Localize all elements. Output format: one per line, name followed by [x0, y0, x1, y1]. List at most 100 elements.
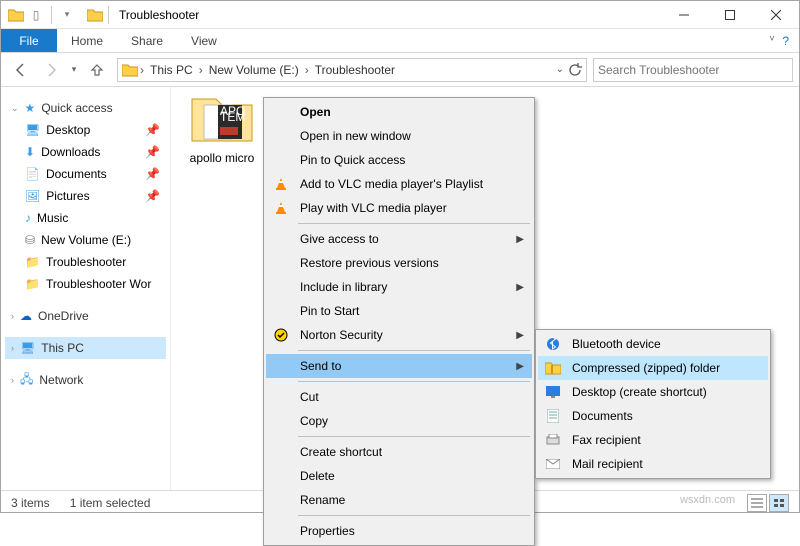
folder-label: apollo micro: [179, 151, 265, 165]
minimize-button[interactable]: [661, 1, 707, 29]
svg-text:TEM: TEM: [220, 110, 245, 124]
maximize-button[interactable]: [707, 1, 753, 29]
sendto-bluetooth[interactable]: Bluetooth device: [538, 332, 768, 356]
search-input[interactable]: [598, 63, 788, 77]
vlc-icon: [272, 199, 290, 217]
ctx-vlc-add[interactable]: Add to VLC media player's Playlist: [266, 172, 532, 196]
breadcrumb[interactable]: Troubleshooter: [311, 63, 399, 77]
sidebar-item-pictures[interactable]: 🖼Pictures📌: [5, 185, 166, 207]
ctx-copy[interactable]: Copy: [266, 409, 532, 433]
network-icon: 🖧: [20, 370, 33, 391]
tab-share[interactable]: Share: [117, 29, 177, 52]
chevron-right-icon: ›: [11, 375, 14, 385]
recent-locations-button[interactable]: ▾: [67, 57, 81, 83]
ribbon-expand-icon[interactable]: ⱽ: [770, 34, 775, 47]
pin-icon: 📌: [145, 145, 166, 159]
file-tab[interactable]: File: [1, 29, 57, 52]
desktop-icon: [544, 383, 562, 401]
ctx-rename[interactable]: Rename: [266, 488, 532, 512]
cloud-icon: ☁: [20, 309, 32, 323]
sidebar-item-downloads[interactable]: ⬇Downloads📌: [5, 141, 166, 163]
pin-icon: 📌: [145, 123, 166, 137]
ctx-properties[interactable]: Properties: [266, 519, 532, 543]
sidebar-item-music[interactable]: ♪Music: [5, 207, 166, 229]
sendto-compressed[interactable]: Compressed (zipped) folder: [538, 356, 768, 380]
back-button[interactable]: [7, 57, 35, 83]
ctx-delete[interactable]: Delete: [266, 464, 532, 488]
ctx-pin-qa[interactable]: Pin to Quick access: [266, 148, 532, 172]
ctx-pin-start[interactable]: Pin to Start: [266, 299, 532, 323]
ctx-shortcut[interactable]: Create shortcut: [266, 440, 532, 464]
sendto-documents[interactable]: Documents: [538, 404, 768, 428]
ctx-give-access[interactable]: Give access to▶: [266, 227, 532, 251]
chevron-right-icon[interactable]: ›: [197, 63, 205, 77]
chevron-right-icon: ▶: [516, 330, 524, 341]
up-button[interactable]: [83, 57, 111, 83]
breadcrumb[interactable]: New Volume (E:): [205, 63, 303, 77]
folder-icon: 📁: [25, 277, 40, 291]
properties-icon[interactable]: ▯: [27, 6, 45, 24]
help-icon[interactable]: ?: [782, 34, 789, 48]
star-icon: ★: [25, 101, 36, 115]
tab-view[interactable]: View: [177, 29, 231, 52]
forward-button[interactable]: [37, 57, 65, 83]
address-dropdown-icon[interactable]: ⌄: [556, 64, 564, 75]
context-menu: Open Open in new window Pin to Quick acc…: [263, 97, 535, 546]
ctx-restore[interactable]: Restore previous versions: [266, 251, 532, 275]
ctx-norton[interactable]: Norton Security▶: [266, 323, 532, 347]
chevron-right-icon[interactable]: ›: [303, 63, 311, 77]
ctx-open-new[interactable]: Open in new window: [266, 124, 532, 148]
chevron-right-icon[interactable]: ›: [138, 63, 146, 77]
search-box[interactable]: [593, 58, 793, 82]
folder-icon: [7, 6, 25, 24]
window-title: Troubleshooter: [119, 8, 199, 22]
breadcrumb[interactable]: This PC: [146, 63, 197, 77]
address-bar[interactable]: › This PC › New Volume (E:) › Troublesho…: [117, 58, 587, 82]
music-icon: ♪: [25, 211, 31, 225]
desktop-icon: 🖥: [25, 123, 40, 137]
onedrive-group[interactable]: ›☁OneDrive: [5, 305, 166, 327]
title-bar: ▯ ▾ Troubleshooter: [1, 1, 799, 29]
monitor-icon: 🖥: [20, 341, 35, 355]
chevron-right-icon: ›: [11, 343, 14, 353]
chevron-right-icon: ▶: [516, 282, 524, 293]
downloads-icon: ⬇: [25, 145, 35, 159]
window-folder-icon: [86, 6, 104, 24]
sidebar-item-troubleshooter[interactable]: 📁Troubleshooter: [5, 251, 166, 273]
folder-item-selected[interactable]: APO TEM apollo micro: [179, 87, 265, 165]
sendto-mail[interactable]: Mail recipient: [538, 452, 768, 476]
status-selected-count: 1 item selected: [70, 496, 151, 510]
mail-icon: [544, 455, 562, 473]
this-pc-group[interactable]: ›🖥This PC: [5, 337, 166, 359]
folder-icon: 📁: [25, 255, 40, 269]
pin-icon: 📌: [145, 167, 166, 181]
sidebar-item-volume[interactable]: ⛁New Volume (E:): [5, 229, 166, 251]
quick-access-group[interactable]: ⌄ ★ Quick access: [5, 97, 166, 119]
vlc-icon: [272, 175, 290, 193]
sidebar-item-desktop[interactable]: 🖥Desktop📌: [5, 119, 166, 141]
fax-icon: [544, 431, 562, 449]
sendto-desktop[interactable]: Desktop (create shortcut): [538, 380, 768, 404]
details-view-button[interactable]: [747, 494, 767, 512]
chevron-right-icon: ▶: [516, 234, 524, 245]
quick-access-toolbar: ▯ ▾: [1, 6, 82, 24]
ctx-open[interactable]: Open: [266, 100, 532, 124]
navigation-pane: ⌄ ★ Quick access 🖥Desktop📌 ⬇Downloads📌 📄…: [1, 87, 171, 490]
sidebar-item-troubleshooter-wor[interactable]: 📁Troubleshooter Wor: [5, 273, 166, 295]
ctx-send-to[interactable]: Send to▶: [266, 354, 532, 378]
ctx-vlc-play[interactable]: Play with VLC media player: [266, 196, 532, 220]
sendto-fax[interactable]: Fax recipient: [538, 428, 768, 452]
folder-thumbnail: APO TEM: [186, 87, 258, 147]
ctx-include[interactable]: Include in library▶: [266, 275, 532, 299]
network-group[interactable]: ›🖧Network: [5, 369, 166, 391]
tab-home[interactable]: Home: [57, 29, 117, 52]
refresh-icon[interactable]: [568, 63, 582, 77]
folder-icon: [122, 63, 138, 77]
overflow-icon[interactable]: ▾: [58, 6, 76, 24]
ctx-cut[interactable]: Cut: [266, 385, 532, 409]
status-items-count: 3 items: [11, 496, 50, 510]
sidebar-item-documents[interactable]: 📄Documents📌: [5, 163, 166, 185]
thumbnails-view-button[interactable]: [769, 494, 789, 512]
close-button[interactable]: [753, 1, 799, 29]
drive-icon: ⛁: [25, 233, 35, 247]
